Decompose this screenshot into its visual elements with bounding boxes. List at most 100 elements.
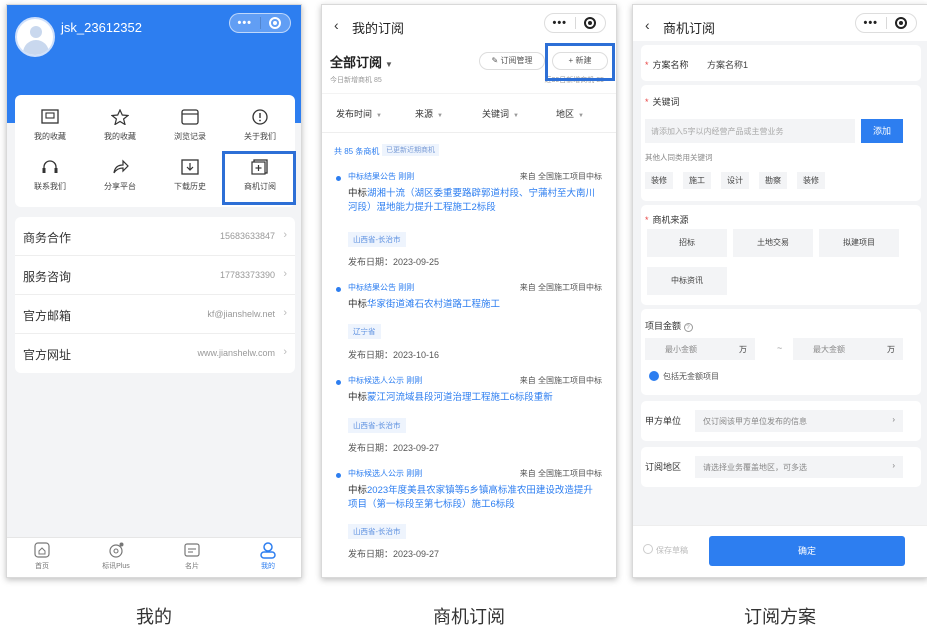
confirm-button[interactable]: 确定 <box>709 536 905 566</box>
source-chip[interactable]: 中标资讯 <box>647 267 727 295</box>
filter-publish-time[interactable]: 发布时间 ▼ <box>336 107 382 120</box>
add-keyword-button[interactable]: 添加 <box>861 119 903 143</box>
chevron-right-icon: › <box>283 229 287 241</box>
region-tag: 山西省-长治市 <box>348 524 406 539</box>
source-label: * 商机来源 <box>645 215 689 225</box>
save-draft-button[interactable]: 保存草稿 <box>643 544 688 556</box>
grid-item-about[interactable]: 关于我们 <box>225 107 295 157</box>
grid-item-contact[interactable]: 联系我们 <box>15 157 85 207</box>
plus-icon <box>109 542 124 558</box>
chevron-right-icon: › <box>283 307 287 319</box>
grid-item-share[interactable]: 分享平台 <box>85 157 155 207</box>
amount-max-input[interactable]: 最大金额万 <box>793 338 903 360</box>
headset-icon <box>42 160 58 173</box>
grid-item-history[interactable]: 浏览记录 <box>155 107 225 157</box>
info-icon <box>252 109 268 125</box>
chevron-right-icon: › <box>892 461 895 470</box>
list-item[interactable]: 官方邮箱 kf@jianshelw.net › <box>15 295 295 334</box>
tab-card[interactable]: 名片 <box>167 541 217 571</box>
help-icon[interactable]: ? <box>683 323 693 332</box>
bookmark-icon <box>41 109 59 124</box>
page-title: 商机订阅 <box>663 21 716 36</box>
region-label: 订阅地区 <box>645 462 682 472</box>
keyword-tag[interactable]: 勘察 <box>759 172 787 189</box>
source-chip[interactable]: 土地交易 <box>733 229 813 257</box>
list-item[interactable]: 服务咨询 17783373390 › <box>15 256 295 295</box>
keyword-label: * 关键词 <box>645 97 680 107</box>
keyword-tag[interactable]: 施工 <box>683 172 711 189</box>
grid-item-download[interactable]: 下载历史 <box>155 157 225 207</box>
plan-name-label: * 方案名称 <box>645 60 689 70</box>
list-item[interactable]: 商务合作 15683633847 › <box>15 217 295 256</box>
back-arrow-icon[interactable]: ‹ <box>334 17 339 33</box>
caption-plan: 订阅方案 <box>744 607 816 627</box>
home-icon <box>34 542 50 558</box>
caret-down-icon: ▼ <box>376 113 382 119</box>
close-circle-icon[interactable] <box>887 17 917 29</box>
amount-label: 项目金额 ? <box>645 319 693 332</box>
mini-program-capsule[interactable]: ••• <box>855 13 917 33</box>
grid-item-favorites[interactable]: 我的收藏 <box>85 107 155 157</box>
caption-my: 我的 <box>136 607 172 627</box>
phone-subscription-plan: ‹ 商机订阅 ••• * 方案名称 方案名称1 * 关键词 请添加入5字以内经营产品… <box>632 4 927 578</box>
filter-bar: 发布时间 ▼ 来源 ▼ 关键词 ▼ 地区 ▼ <box>322 93 616 133</box>
highlight-box-new <box>545 43 615 81</box>
close-circle-icon[interactable] <box>576 17 606 29</box>
contact-list: 商务合作 15683633847 › 服务咨询 17783373390 › 官方… <box>15 217 295 373</box>
star-icon <box>111 109 129 125</box>
party-label: 甲方单位 <box>645 416 682 426</box>
close-circle-icon[interactable] <box>261 17 291 29</box>
filter-keyword[interactable]: 关键词 ▼ <box>482 107 519 120</box>
tab-mine[interactable]: 我的 <box>243 541 293 571</box>
download-icon <box>181 159 199 175</box>
checkbox-label: 包括无金额项目 <box>663 372 719 381</box>
more-dots-icon[interactable]: ••• <box>545 17 575 29</box>
chevron-right-icon: › <box>892 415 895 424</box>
manage-subscription-button[interactable]: ✎ 订阅管理 <box>479 52 545 70</box>
source-chip[interactable]: 拟建项目 <box>819 229 899 257</box>
mini-program-capsule[interactable]: ••• <box>229 13 291 33</box>
region-tag: 山西省-长治市 <box>348 232 406 247</box>
source-chip[interactable]: 招标 <box>647 229 727 257</box>
keyword-tag[interactable]: 装修 <box>797 172 825 189</box>
amount-min-input[interactable]: 最小金额万 <box>645 338 755 360</box>
party-select[interactable]: 仅订阅该甲方单位发布的信息 › <box>695 410 903 432</box>
filter-source[interactable]: 来源 ▼ <box>415 107 443 120</box>
phone-subscription-list: ‹ 我的订阅 ••• 全部订阅 ▼ 今日新增商机 85 近30日新增商机 85 ✎… <box>321 4 617 578</box>
caret-down-icon: ▼ <box>437 113 443 119</box>
keyword-tag[interactable]: 设计 <box>721 172 749 189</box>
back-arrow-icon[interactable]: ‹ <box>645 17 650 33</box>
mini-program-capsule[interactable]: ••• <box>544 13 606 33</box>
more-dots-icon[interactable]: ••• <box>230 17 260 29</box>
caret-down-icon: ▼ <box>513 113 519 119</box>
caption-subscription: 商机订阅 <box>433 607 505 627</box>
share-icon <box>113 159 129 174</box>
browser-icon <box>181 109 199 125</box>
tab-plus[interactable]: 标讯Plus <box>91 541 141 571</box>
more-dots-icon[interactable]: ••• <box>856 17 886 29</box>
username: jsk_23612352 <box>61 20 142 35</box>
plan-name-input[interactable]: 方案名称1 <box>707 58 748 71</box>
chevron-right-icon: › <box>283 268 287 280</box>
keyword-tag[interactable]: 装修 <box>645 172 673 189</box>
keyword-input[interactable]: 请添加入5字以内经营产品或主营业务 <box>645 119 855 143</box>
updated-tag: 已更新近期商机 <box>382 144 439 156</box>
chevron-right-icon: › <box>283 346 287 358</box>
region-tag: 山西省-长治市 <box>348 418 406 433</box>
region-tag: 辽宁省 <box>348 324 381 339</box>
grid-item-bookmark[interactable]: 我的收藏 <box>15 107 85 157</box>
list-item[interactable]: 官方网址 www.jianshelw.com › <box>15 334 295 373</box>
footer-actions: 保存草稿 确定 <box>633 525 927 577</box>
filter-region[interactable]: 地区 ▼ <box>556 107 584 120</box>
all-subscriptions-dropdown[interactable]: 全部订阅 ▼ <box>330 52 393 71</box>
checkbox-include-no-amount[interactable] <box>649 371 659 381</box>
tab-home[interactable]: 首页 <box>17 541 67 571</box>
bottom-tabbar: 首页 标讯Plus 名片 我的 <box>7 537 301 577</box>
avatar[interactable] <box>15 17 55 57</box>
today-new-count: 今日新增商机 85 <box>330 77 382 84</box>
page-title: 我的订阅 <box>352 21 405 36</box>
region-select[interactable]: 请选择业务覆盖地区，可多选 › <box>695 456 903 478</box>
user-icon <box>260 542 276 559</box>
result-count: 共 85 条商机 <box>334 147 380 156</box>
caret-down-icon: ▼ <box>385 60 393 69</box>
